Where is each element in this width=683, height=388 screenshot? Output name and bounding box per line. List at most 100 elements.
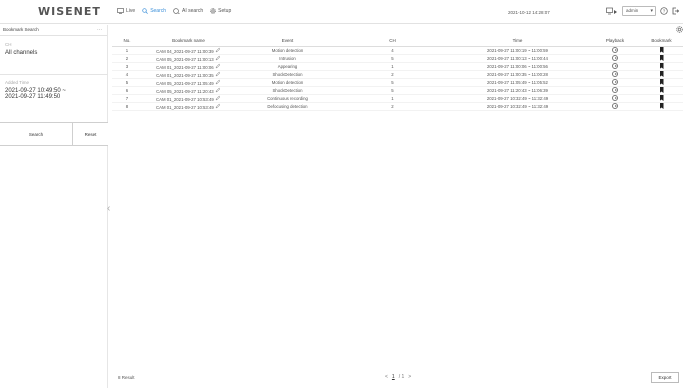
bookmark-name: CAM 01_2021-09-27 11:00:06: [156, 64, 214, 70]
table-row[interactable]: 5 CAM 05_2021-09-27 11:05:49 Motion dete…: [112, 78, 683, 87]
cell-ch: 1: [340, 62, 445, 71]
playback-icon[interactable]: [612, 87, 618, 93]
cell-time: 2021-09-27 11:00:19 ~ 11:00:59: [445, 46, 590, 55]
prev-page-button[interactable]: <: [385, 374, 388, 380]
cell-bookmark: [640, 46, 683, 55]
cell-bookmark: [640, 70, 683, 79]
table-row[interactable]: 8 CAM 01_2021-09-27 10:53:49 Defocusing …: [112, 102, 683, 111]
cell-playback: [590, 62, 640, 71]
col-time[interactable]: Time: [445, 36, 590, 47]
bookmark-icon[interactable]: [659, 47, 664, 53]
export-button[interactable]: Export: [651, 372, 679, 383]
search-icon: [142, 8, 149, 14]
bookmark-name: CAM 01_2021-09-27 11:00:35: [156, 72, 214, 78]
bookmark-table: No. Bookmark name Event CH Time Playback…: [112, 36, 683, 111]
edit-icon[interactable]: [215, 87, 221, 94]
cell-event: Motion detection: [235, 46, 340, 55]
bookmark-icon[interactable]: [659, 79, 664, 85]
table-header: No. Bookmark name Event CH Time Playback…: [112, 36, 683, 47]
playback-icon[interactable]: [612, 79, 618, 85]
table-row[interactable]: 4 CAM 01_2021-09-27 11:00:35 ShockDetect…: [112, 70, 683, 79]
cell-bookmark: [640, 62, 683, 71]
bookmark-icon[interactable]: [659, 63, 664, 69]
cell-no: 1: [112, 46, 142, 55]
table-row[interactable]: 2 CAM 05_2021-09-27 11:00:13 Intrusion 5…: [112, 54, 683, 63]
cell-playback: [590, 46, 640, 55]
menu-live[interactable]: Live: [117, 8, 135, 14]
bookmark-name: CAM 04_2021-09-27 11:00:39: [156, 48, 214, 54]
table-row[interactable]: 1 CAM 04_2021-09-27 11:00:39 Motion dete…: [112, 46, 683, 55]
cell-ch: 5: [340, 78, 445, 87]
search-button[interactable]: Search: [0, 123, 73, 145]
logout-icon[interactable]: [672, 7, 679, 15]
monitor-icon: [117, 8, 124, 14]
menu-ai-search[interactable]: AI search: [173, 8, 203, 14]
collapse-panel-icon[interactable]: ‹: [107, 203, 110, 214]
col-playback[interactable]: Playback: [590, 36, 640, 47]
edit-icon[interactable]: [215, 55, 221, 62]
reset-button[interactable]: Reset: [73, 123, 108, 145]
bookmark-icon[interactable]: [659, 87, 664, 93]
menu-live-label: Live: [126, 8, 136, 14]
cell-ch: 2: [340, 70, 445, 79]
time-field[interactable]: Added Time 2021-09-27 10:49:50 ~ 2021-09…: [0, 80, 66, 100]
cell-bookmark: [640, 86, 683, 95]
cell-ch: 1: [340, 94, 445, 103]
cell-no: 2: [112, 54, 142, 63]
menu-search[interactable]: Search: [142, 8, 166, 14]
user-select[interactable]: admin: [622, 6, 656, 16]
current-page[interactable]: 1: [392, 374, 395, 380]
cell-no: 3: [112, 62, 142, 71]
edit-icon[interactable]: [215, 79, 221, 86]
result-count: 8 Result: [118, 375, 135, 380]
edit-icon[interactable]: [215, 103, 221, 110]
cell-name: CAM 01_2021-09-27 11:00:35: [142, 70, 235, 79]
cell-playback: [590, 70, 640, 79]
playback-icon[interactable]: [612, 103, 618, 109]
more-options-icon[interactable]: ···: [97, 25, 102, 35]
edit-icon[interactable]: [215, 95, 221, 102]
cell-bookmark: [640, 102, 683, 111]
next-page-button[interactable]: >: [408, 374, 411, 380]
edit-icon[interactable]: [215, 63, 221, 70]
edit-icon[interactable]: [215, 47, 221, 54]
col-ch[interactable]: CH: [340, 36, 445, 47]
cell-event: Intrusion: [235, 54, 340, 63]
ai-search-icon: [173, 8, 180, 14]
cell-bookmark: [640, 94, 683, 103]
channel-field[interactable]: CH All channels: [0, 42, 37, 56]
cell-name: CAM 05_2021-09-27 11:20:43: [142, 86, 235, 95]
bookmark-icon[interactable]: [659, 95, 664, 101]
bookmark-icon[interactable]: [659, 55, 664, 61]
table-row[interactable]: 6 CAM 05_2021-09-27 11:20:43 ShockDetect…: [112, 86, 683, 95]
table-row[interactable]: 7 CAM 01_2021-09-27 10:53:49 Continuous …: [112, 94, 683, 103]
cell-playback: [590, 86, 640, 95]
playback-icon[interactable]: [612, 71, 618, 77]
col-bookmark[interactable]: Bookmark: [640, 36, 683, 47]
bookmark-icon[interactable]: [659, 71, 664, 77]
logo: WISENET: [38, 5, 101, 18]
bookmark-name: CAM 01_2021-09-27 10:53:49: [155, 104, 214, 110]
menu-setup[interactable]: Setup: [210, 8, 231, 14]
cell-event: Continuous recording: [235, 94, 340, 103]
col-event[interactable]: Event: [235, 36, 340, 47]
menu-search-label: Search: [150, 8, 167, 14]
playback-icon[interactable]: [612, 55, 618, 61]
notification-icon[interactable]: [606, 7, 618, 16]
cell-time: 2021-09-27 10:32:49 ~ 11:32:49: [445, 102, 590, 111]
bookmark-name: CAM 05_2021-09-27 11:00:13: [156, 56, 214, 62]
top-bar: WISENET Live Search AI search Setup 2021…: [0, 0, 683, 24]
help-icon[interactable]: ?: [660, 7, 668, 15]
col-no[interactable]: No.: [112, 36, 142, 47]
playback-icon[interactable]: [612, 47, 618, 53]
playback-icon[interactable]: [612, 95, 618, 101]
channel-value: All channels: [5, 50, 38, 56]
cell-event: Defocusing detection: [235, 102, 340, 111]
col-bookmark-name[interactable]: Bookmark name: [142, 36, 235, 47]
edit-icon[interactable]: [215, 71, 221, 78]
bookmark-icon[interactable]: [659, 103, 664, 109]
bookmark-name: CAM 05_2021-09-27 11:05:49: [156, 80, 214, 86]
table-row[interactable]: 3 CAM 01_2021-09-27 11:00:06 Appearing 1…: [112, 62, 683, 71]
table-settings-icon[interactable]: [676, 26, 683, 33]
playback-icon[interactable]: [612, 63, 618, 69]
